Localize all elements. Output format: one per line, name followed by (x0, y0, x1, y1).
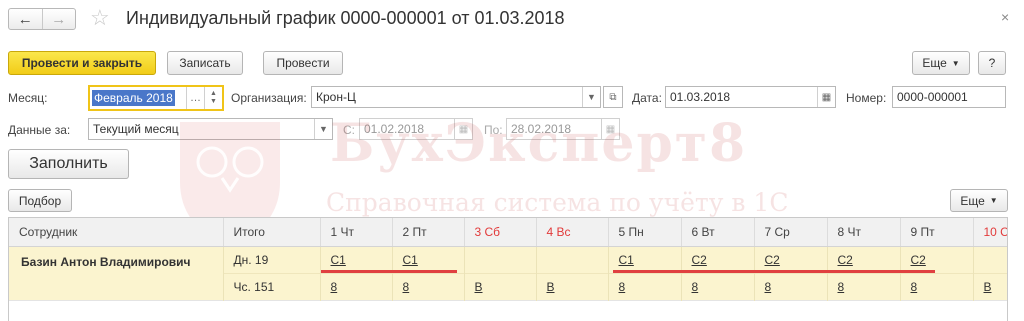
number-label: Номер: (846, 91, 887, 105)
date-label: Дата: (632, 91, 662, 105)
total-days-cell: Дн. 19 (223, 246, 321, 273)
column-header-day-5[interactable]: 5 Пн (608, 218, 682, 247)
dropdown-arrow-icon: ▼ (989, 196, 998, 205)
column-header-total[interactable]: Итого (223, 218, 321, 247)
open-organization-button[interactable]: ⧉ (603, 86, 623, 108)
day-1-hours-cell[interactable]: 8 (320, 272, 393, 300)
organization-label: Организация: (231, 91, 307, 105)
day-10-hours-cell[interactable]: В (973, 272, 1007, 300)
table-header-row: Сотрудник Итого 1 Чт 2 Пт 3 Сб 4 Вс 5 Пн… (9, 218, 1007, 247)
schedule-table: Сотрудник Итого 1 Чт 2 Пт 3 Сб 4 Вс 5 Пн… (8, 217, 1008, 321)
day-5-hours-cell[interactable]: 8 (608, 272, 682, 300)
month-field[interactable]: Февраль 2018 … ▲ ▼ (88, 85, 224, 111)
table-more-button[interactable]: Еще ▼ (950, 189, 1008, 212)
day-6-shift-cell[interactable]: С2 (681, 246, 755, 273)
back-arrow-icon: ← (17, 10, 33, 28)
day-7-shift-cell[interactable]: С2 (754, 246, 828, 273)
column-header-day-8[interactable]: 8 Чт (827, 218, 901, 247)
save-button[interactable]: Записать (167, 51, 243, 75)
column-header-day-4[interactable]: 4 Вс (536, 218, 609, 247)
day-7-hours-cell[interactable]: 8 (754, 272, 828, 300)
column-header-day-10[interactable]: 10 С (973, 218, 1007, 247)
more-label: Еще (922, 56, 947, 70)
forward-button[interactable]: → (41, 9, 76, 29)
forward-arrow-icon: → (51, 10, 67, 28)
data-for-label: Данные за: (8, 123, 71, 137)
dropdown-arrow-icon: ▼ (951, 58, 960, 68)
day-2-shift-cell[interactable]: С1 (392, 246, 465, 273)
day-6-hours-cell[interactable]: 8 (681, 272, 755, 300)
more-button[interactable]: Еще ▼ (912, 51, 970, 75)
number-value: 0000-000001 (897, 90, 968, 104)
number-field[interactable]: 0000-000001 (892, 86, 1006, 108)
window-title: Индивидуальный график 0000-000001 от 01.… (126, 8, 565, 28)
stepper-down-icon[interactable]: ▼ (210, 98, 217, 106)
organization-value: Крон-Ц (316, 90, 356, 104)
annotation-underline-2 (613, 270, 935, 273)
navigation-buttons: ← → (8, 8, 76, 30)
day-9-shift-cell[interactable]: С2 (900, 246, 974, 273)
day-10-shift-cell[interactable] (973, 246, 1007, 273)
annotation-underline-1 (321, 270, 457, 273)
table-more-label: Еще (960, 193, 985, 208)
favorite-star-icon[interactable]: ☆ (90, 5, 110, 31)
back-button[interactable]: ← (9, 9, 42, 29)
day-3-shift-cell[interactable] (464, 246, 537, 273)
close-icon[interactable]: × (1001, 9, 1009, 25)
day-9-hours-cell[interactable]: 8 (900, 272, 974, 300)
column-header-day-9[interactable]: 9 Пт (900, 218, 974, 247)
stepper-up-icon[interactable]: ▲ (210, 90, 217, 98)
month-stepper[interactable]: ▲ ▼ (204, 87, 222, 109)
dropdown-arrow-icon[interactable]: ▼ (582, 87, 600, 107)
pick-button[interactable]: Подбор (8, 189, 72, 212)
watermark-brand: БухЭксперт8 (330, 113, 748, 174)
total-hours-cell: Чс. 151 (223, 272, 321, 300)
day-8-shift-cell[interactable]: С2 (827, 246, 901, 273)
date-value: 01.03.2018 (670, 90, 731, 104)
employee-name-cell[interactable]: Базин Антон Владимирович (9, 246, 224, 300)
organization-field[interactable]: Крон-Ц ▼ (311, 86, 601, 108)
day-4-shift-cell[interactable] (536, 246, 609, 273)
post-and-close-button[interactable]: Провести и закрыть (8, 51, 156, 75)
calendar-icon[interactable]: ▦ (817, 87, 835, 107)
column-header-employee[interactable]: Сотрудник (9, 218, 224, 247)
month-value: Февраль 2018 (92, 90, 175, 106)
day-1-shift-cell[interactable]: С1 (320, 246, 393, 273)
month-label: Месяц: (8, 91, 48, 105)
table-row-days[interactable]: Базин Антон Владимирович Дн. 19 С1 С1 С1… (9, 246, 1007, 300)
open-link-icon: ⧉ (609, 91, 617, 103)
day-5-shift-cell[interactable]: С1 (608, 246, 682, 273)
column-header-day-1[interactable]: 1 Чт (320, 218, 393, 247)
day-4-hours-cell[interactable]: В (536, 272, 609, 300)
column-header-day-6[interactable]: 6 Вт (681, 218, 755, 247)
empty-area (9, 299, 1007, 321)
ellipsis-icon[interactable]: … (186, 87, 204, 109)
day-3-hours-cell[interactable]: В (464, 272, 537, 300)
date-field[interactable]: 01.03.2018 ▦ (665, 86, 836, 108)
day-2-hours-cell[interactable]: 8 (392, 272, 465, 300)
column-header-day-7[interactable]: 7 Ср (754, 218, 828, 247)
day-8-hours-cell[interactable]: 8 (827, 272, 901, 300)
help-button[interactable]: ? (978, 51, 1006, 75)
column-header-day-3[interactable]: 3 Сб (464, 218, 537, 247)
fill-button[interactable]: Заполнить (8, 149, 129, 179)
column-header-day-2[interactable]: 2 Пт (392, 218, 465, 247)
watermark-tagline: Справочная система по учёту в 1С (326, 188, 789, 217)
table-empty-row (9, 299, 1007, 321)
post-button[interactable]: Провести (263, 51, 343, 75)
